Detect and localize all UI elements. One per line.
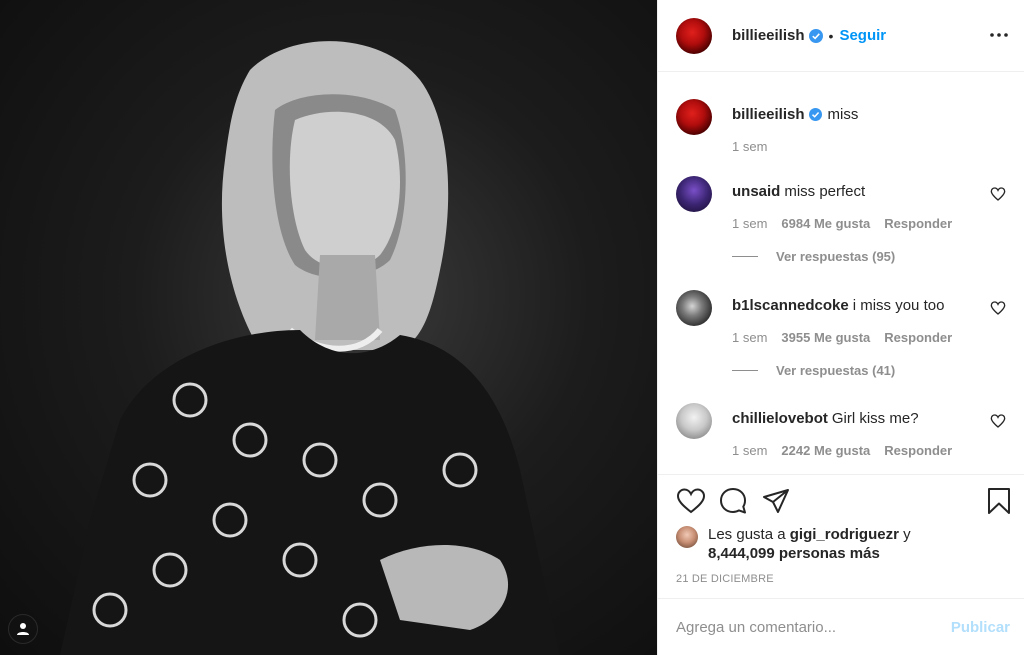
caption-text: billieeilish miss	[732, 106, 858, 124]
more-options-icon	[990, 33, 1008, 37]
liker-avatar[interactable]	[676, 526, 698, 548]
comment-meta: 1 sem 3955 Me gusta Responder	[732, 330, 966, 345]
likes-line: Les gusta a gigi_rodriguezr y	[708, 525, 911, 544]
comment-meta: 1 sem 2242 Me gusta Responder	[732, 443, 966, 458]
post-date[interactable]: 21 DE DICIEMBRE	[676, 573, 774, 585]
comment-body: miss perfect	[784, 183, 866, 200]
comment-body: Girl kiss me?	[831, 410, 919, 427]
comment-time[interactable]: 1 sem	[732, 330, 767, 345]
likes-conj: y	[903, 526, 911, 543]
caption-username[interactable]: billieeilish	[732, 106, 805, 123]
comment-username[interactable]: unsaid	[732, 183, 780, 200]
author-username[interactable]: billieeilish	[732, 27, 805, 44]
verified-badge-icon	[808, 28, 823, 43]
comment-item: unsaid miss perfect 1 sem 6984 Me gusta Res…	[674, 176, 1014, 236]
replies-line	[732, 370, 758, 371]
publish-button[interactable]: Publicar	[951, 619, 1010, 636]
comment-item: chillielovebot Girl kiss me? 1 sem 2242 Me…	[674, 403, 1014, 463]
comment-likes[interactable]: 3955 Me gusta	[781, 330, 870, 345]
replies-line	[732, 256, 758, 257]
likes-count-button[interactable]: 8,444,099 personas más	[708, 544, 880, 563]
comments-list[interactable]: billieeilish miss 1 sem unsaid miss perfec…	[658, 73, 1024, 475]
follow-button[interactable]: Seguir	[839, 27, 886, 44]
comment-likes[interactable]: 6984 Me gusta	[781, 216, 870, 231]
comment-username[interactable]: chillielovebot	[732, 410, 828, 427]
bookmark-icon[interactable]	[984, 486, 1014, 516]
post-actions-bar	[674, 482, 1014, 522]
comment-likes[interactable]: 2242 Me gusta	[781, 443, 870, 458]
paper-plane-icon[interactable]	[761, 486, 791, 516]
verified-badge-icon	[808, 107, 822, 121]
reply-button[interactable]: Responder	[884, 330, 952, 345]
comment-time[interactable]: 1 sem	[732, 443, 767, 458]
view-replies-label: Ver respuestas (41)	[776, 363, 896, 378]
comment-like-heart-icon[interactable]	[990, 413, 1006, 429]
comment-text: unsaid miss perfect	[732, 183, 865, 201]
caption-avatar[interactable]	[676, 99, 712, 135]
comment-body: i miss you too	[852, 297, 945, 314]
comment-username[interactable]: b1lscannedcoke	[732, 297, 849, 314]
reply-button[interactable]: Responder	[884, 443, 952, 458]
user-tag-icon	[17, 623, 29, 635]
reply-button[interactable]: Responder	[884, 216, 952, 231]
comment-text: chillielovebot Girl kiss me?	[732, 410, 919, 428]
comment-item: b1lscannedcoke i miss you too 1 sem 3955 M…	[674, 290, 1014, 350]
caption-row: billieeilish miss 1 sem	[674, 99, 1014, 159]
post-header: billieeilish • Seguir	[658, 0, 1024, 72]
comment-avatar[interactable]	[676, 290, 712, 326]
post-photo	[60, 41, 560, 655]
comment-input[interactable]	[676, 618, 951, 636]
caption-meta: 1 sem	[732, 139, 781, 154]
comment-composer: Publicar	[658, 598, 1024, 655]
comment-text: b1lscannedcoke i miss you too	[732, 297, 944, 315]
separator-dot: •	[828, 27, 834, 44]
comment-avatar[interactable]	[676, 403, 712, 439]
comment-meta: 1 sem 6984 Me gusta Responder	[732, 216, 966, 231]
author-avatar[interactable]	[676, 17, 712, 54]
user-tags-button[interactable]	[8, 614, 38, 644]
more-options-button[interactable]	[988, 24, 1010, 46]
caption-time[interactable]: 1 sem	[732, 139, 767, 154]
heart-icon[interactable]	[676, 486, 706, 516]
comment-time[interactable]: 1 sem	[732, 216, 767, 231]
liker-username[interactable]: gigi_rodriguezr	[790, 526, 899, 543]
post-side-panel: billieeilish • Seguir billieeilish miss 1…	[657, 0, 1024, 655]
caption-body: miss	[827, 106, 859, 123]
likes-prefix: Les gusta a	[708, 526, 786, 543]
post-media[interactable]	[0, 0, 657, 655]
comment-avatar[interactable]	[676, 176, 712, 212]
comment-icon[interactable]	[718, 486, 748, 516]
view-replies-button[interactable]: Ver respuestas (41)	[732, 363, 895, 378]
comment-like-heart-icon[interactable]	[990, 186, 1006, 202]
view-replies-label: Ver respuestas (95)	[776, 249, 896, 264]
view-replies-button[interactable]: Ver respuestas (95)	[732, 249, 895, 264]
comment-like-heart-icon[interactable]	[990, 300, 1006, 316]
